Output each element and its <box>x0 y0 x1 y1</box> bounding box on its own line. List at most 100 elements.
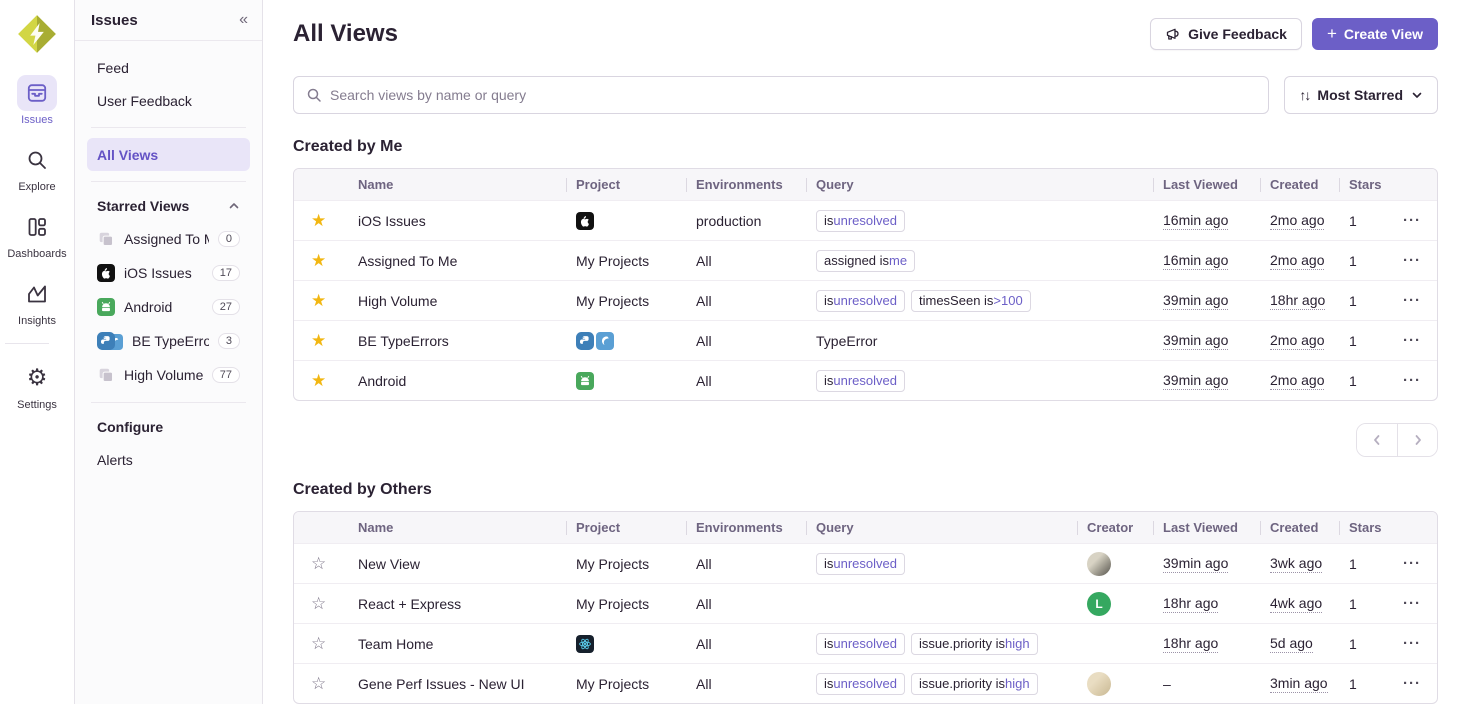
star-toggle-icon[interactable]: ★ <box>311 332 326 349</box>
search-views-input[interactable] <box>330 87 1256 103</box>
dashboards-icon <box>25 215 49 239</box>
chevron-up-icon <box>228 200 240 212</box>
row-actions-button[interactable]: ··· <box>1403 253 1421 268</box>
query-token: issue.priority is high <box>911 673 1038 695</box>
star-toggle-icon[interactable]: ★ <box>311 252 326 269</box>
star-toggle-icon[interactable]: ★ <box>311 292 326 309</box>
view-name-link[interactable]: High Volume <box>358 293 437 309</box>
column-header: Environments <box>686 177 806 192</box>
row-actions-button[interactable]: ··· <box>1403 636 1421 651</box>
table-header-row: NameProjectEnvironmentsQueryLast ViewedC… <box>294 169 1437 200</box>
explore-icon <box>25 148 49 172</box>
starred-view-item[interactable]: Assigned To Me0 <box>87 222 250 256</box>
starred-views-header[interactable]: Starred Views <box>87 192 250 222</box>
project-label: My Projects <box>576 293 649 309</box>
next-page-button[interactable] <box>1397 424 1437 456</box>
collapse-sidebar-icon[interactable]: « <box>239 11 246 29</box>
table-row: ★AndroidAllis unresolved39min ago2mo ago… <box>294 360 1437 400</box>
rail-item-issues[interactable]: Issues <box>5 75 69 126</box>
issues-icon <box>25 81 49 105</box>
plus-icon: + <box>1327 25 1337 42</box>
give-feedback-button[interactable]: Give Feedback <box>1150 18 1302 50</box>
sort-dropdown-label: Most Starred <box>1317 87 1403 103</box>
view-name-link[interactable]: iOS Issues <box>358 213 426 229</box>
query-token: is unresolved <box>816 633 905 655</box>
star-toggle-icon[interactable]: ☆ <box>311 555 326 572</box>
rail-item-label: Insights <box>18 315 56 327</box>
row-actions-button[interactable]: ··· <box>1403 596 1421 611</box>
python-alt-icon <box>596 332 614 350</box>
star-toggle-icon[interactable]: ☆ <box>311 675 326 692</box>
view-name-link[interactable]: BE TypeErrors <box>358 333 449 349</box>
view-name-link[interactable]: Android <box>358 373 406 389</box>
view-name-link[interactable]: Team Home <box>358 636 433 652</box>
sidebar-item-alerts[interactable]: Alerts <box>87 443 250 476</box>
row-actions-button[interactable]: ··· <box>1403 293 1421 308</box>
rail-item-dashboards[interactable]: Dashboards <box>5 209 69 260</box>
last-viewed-value: 16min ago <box>1163 212 1228 230</box>
issue-count-badge: 0 <box>218 231 240 247</box>
row-actions-button[interactable]: ··· <box>1403 373 1421 388</box>
query-token: is unresolved <box>816 290 905 312</box>
starred-views-list: Assigned To Me0iOS Issues17Android27BE T… <box>87 222 250 392</box>
rail-item-label: Dashboards <box>7 248 66 260</box>
star-toggle-icon[interactable]: ☆ <box>311 635 326 652</box>
configure-label: Configure <box>97 419 163 435</box>
column-header: Project <box>566 520 686 535</box>
issue-count-badge: 77 <box>212 367 240 383</box>
created-value: 2mo ago <box>1270 252 1324 270</box>
starred-view-item[interactable]: iOS Issues17 <box>87 256 250 290</box>
sort-dropdown-button[interactable]: ↑↓ Most Starred <box>1284 76 1438 114</box>
create-view-button[interactable]: + Create View <box>1312 18 1438 50</box>
created-by-me-heading: Created by Me <box>293 138 1438 156</box>
main-content: All Views Give Feedback + Create View <box>263 0 1471 704</box>
sidebar-item-all-views[interactable]: All Views <box>87 138 250 171</box>
app-logo-icon[interactable] <box>16 13 58 55</box>
project-label: My Projects <box>576 596 649 612</box>
query-token: timesSeen is >100 <box>911 290 1031 312</box>
creator-avatar <box>1087 552 1111 576</box>
starred-view-item[interactable]: Android27 <box>87 290 250 324</box>
star-toggle-icon[interactable]: ★ <box>311 372 326 389</box>
creator-avatar <box>1087 632 1111 656</box>
query-token: issue.priority is high <box>911 633 1038 655</box>
megaphone-icon <box>1165 26 1181 42</box>
gear-icon: ⚙ <box>27 367 48 390</box>
rail-item-label: Issues <box>21 114 53 126</box>
issue-count-badge: 27 <box>212 299 240 315</box>
created-by-others-table: NameProjectEnvironmentsQueryCreatorLast … <box>293 511 1438 704</box>
column-header: Stars <box>1339 177 1393 192</box>
sidebar-nav: FeedUser Feedback <box>87 51 250 117</box>
prev-page-button[interactable] <box>1357 424 1397 456</box>
sidebar-item-feed[interactable]: Feed <box>87 51 250 84</box>
sidebar-item-user-feedback[interactable]: User Feedback <box>87 84 250 117</box>
last-viewed-value: 18hr ago <box>1163 635 1218 653</box>
table-row: ★ High Volume My Projects All is unresolved t… <box>294 280 1437 320</box>
divider <box>91 181 246 182</box>
row-actions-button[interactable]: ··· <box>1403 333 1421 348</box>
starred-view-label: High Volume <box>124 367 203 383</box>
rail-item-explore[interactable]: Explore <box>5 142 69 193</box>
star-toggle-icon[interactable]: ☆ <box>311 595 326 612</box>
view-name-link[interactable]: New View <box>358 556 420 572</box>
row-actions-button[interactable]: ··· <box>1403 213 1421 228</box>
table-row: ★BE TypeErrorsAllTypeError39min ago2mo a… <box>294 320 1437 360</box>
view-name-link[interactable]: React + Express <box>358 596 461 612</box>
row-actions-button[interactable]: ··· <box>1403 676 1421 691</box>
rail-item-label: Explore <box>18 181 55 193</box>
view-name-link[interactable]: Assigned To Me <box>358 253 457 269</box>
starred-view-item[interactable]: BE TypeErrors3 <box>87 324 250 358</box>
starred-view-label: iOS Issues <box>124 265 203 281</box>
column-header: Name <box>348 520 566 535</box>
last-viewed-value: – <box>1163 676 1171 692</box>
star-toggle-icon[interactable]: ★ <box>311 212 326 229</box>
rail-item-insights[interactable]: Insights <box>5 276 69 327</box>
column-header: Stars <box>1339 520 1393 535</box>
query-text: TypeError <box>816 333 877 349</box>
view-name-link[interactable]: Gene Perf Issues - New UI <box>358 676 525 692</box>
starred-view-item[interactable]: High Volume 77 <box>87 358 250 392</box>
row-actions-button[interactable]: ··· <box>1403 556 1421 571</box>
rail-item-settings[interactable]: ⚙Settings <box>5 360 69 411</box>
project-icon-pair <box>97 332 123 350</box>
environments-label: All <box>696 293 712 309</box>
